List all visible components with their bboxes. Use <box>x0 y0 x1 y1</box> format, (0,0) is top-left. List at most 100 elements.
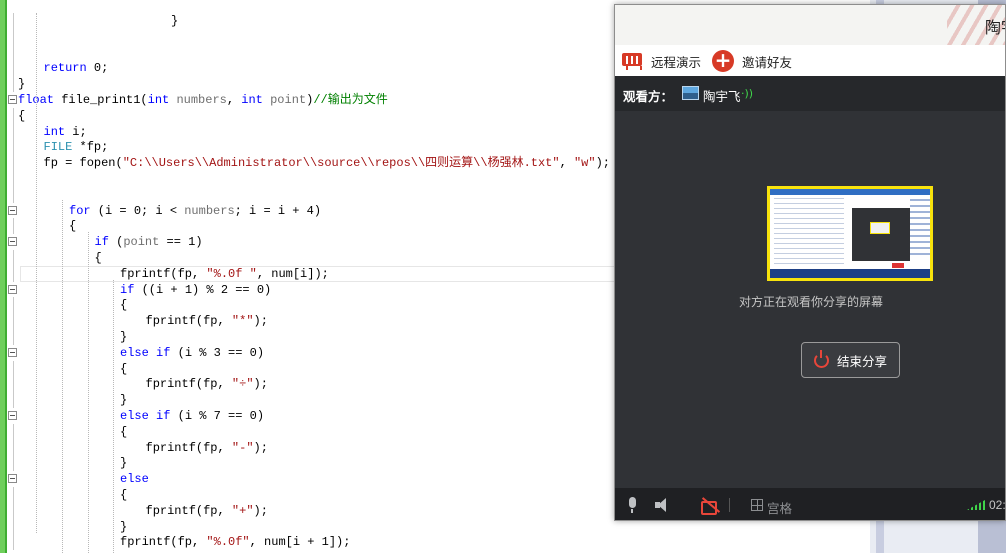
code-token: return <box>43 61 87 76</box>
code-token: if <box>94 235 109 250</box>
code-token: fprintf(fp, <box>120 535 207 550</box>
code-text: fprintf(fp, "*"); <box>146 313 268 329</box>
fold-toggle-icon[interactable] <box>8 474 17 484</box>
outline-guide <box>13 44 14 61</box>
indent-guide <box>113 280 114 553</box>
window-title-name: 陶宇 <box>985 18 1005 37</box>
preview-code <box>774 198 844 264</box>
invite-friends-label: 邀请好友 <box>742 54 793 70</box>
code-token: "-" <box>231 440 254 455</box>
remote-present-button[interactable]: 远程演示 <box>621 49 701 73</box>
outline-guide <box>13 139 14 156</box>
avatar[interactable] <box>682 86 699 100</box>
code-token: == 1) <box>159 235 203 250</box>
code-token: { <box>69 219 77 234</box>
code-token: point <box>270 93 307 107</box>
fold-toggle-icon[interactable] <box>8 411 17 420</box>
code-text: else <box>120 471 149 487</box>
code-token: fprintf(fp, <box>145 377 232 392</box>
code-token: int <box>147 93 170 107</box>
fold-toggle-icon[interactable] <box>8 284 17 294</box>
fold-toggle-icon[interactable] <box>8 237 17 247</box>
code-line[interactable]: fprintf(fp, "%.0f", num[i + 1]); <box>8 534 868 551</box>
code-token: , num[i + 1]); <box>249 535 351 550</box>
presentation-icon-bars <box>626 56 638 64</box>
preview-taskbar <box>770 269 930 278</box>
code-text: fprintf(fp, "%.0f ", num[i]); <box>120 266 329 282</box>
code-token: file_print1( <box>54 93 148 107</box>
indent-guide <box>62 200 63 553</box>
code-token: ); <box>253 503 268 518</box>
code-token: (i % 3 == 0) <box>170 345 265 360</box>
outline-guide <box>13 13 14 29</box>
divider <box>729 498 730 512</box>
code-token: ); <box>253 377 268 392</box>
code-text: { <box>69 218 76 234</box>
code-token: else if <box>120 345 171 360</box>
code-text: fprintf(fp, "+"); <box>146 503 268 519</box>
code-token: "*" <box>231 314 254 329</box>
code-text: } <box>120 455 127 471</box>
code-text: { <box>120 487 127 503</box>
code-token: else <box>120 472 149 487</box>
code-text: float file_print1(int numbers, int point… <box>18 92 388 108</box>
grid-view-label[interactable]: 宫格 <box>767 498 792 517</box>
code-text: } <box>171 13 178 29</box>
outline-guide <box>13 186 14 203</box>
outline-guide <box>13 376 14 393</box>
invite-friends-button[interactable]: + 邀请好友 <box>712 49 792 73</box>
power-icon <box>813 349 829 368</box>
fold-toggle-icon[interactable] <box>8 347 17 357</box>
screen-share-window[interactable]: 陶宇 远程演示 + 邀请好友 观看方： 陶宇飞 ·)) 对方正在观看你分享的屏幕… <box>614 4 1006 521</box>
network-signal-icon <box>967 500 985 510</box>
viewer-bar: 观看方： 陶宇飞 ·)) <box>615 76 1005 111</box>
code-token: ); <box>253 314 268 329</box>
preview-side-panel <box>910 199 930 259</box>
outline-guide <box>13 329 14 345</box>
code-text: fp = fopen("C:\\Users\\Administrator\\so… <box>44 155 611 171</box>
code-token: "÷" <box>231 377 254 392</box>
grid-view-icon[interactable] <box>751 499 763 511</box>
code-token: i; <box>65 124 87 139</box>
microphone-icon[interactable] <box>627 497 637 513</box>
share-title-bar[interactable]: 陶宇 <box>615 5 1005 45</box>
outline-guide <box>13 28 14 45</box>
code-token: int <box>241 93 263 107</box>
remote-present-label: 远程演示 <box>651 54 702 70</box>
outline-guide <box>13 313 14 330</box>
code-token: } <box>120 330 128 344</box>
code-token: "%.0f " <box>206 266 257 281</box>
code-token: 0; <box>86 61 109 76</box>
code-text: { <box>120 297 127 313</box>
outline-guide <box>13 455 14 472</box>
code-token: { <box>18 108 26 123</box>
fold-toggle-icon[interactable] <box>8 205 17 215</box>
camera-off-icon[interactable] <box>701 498 719 515</box>
outline-guide <box>13 218 14 235</box>
code-text: int i; <box>44 124 87 140</box>
code-text: if ((i + 1) % 2 == 0) <box>120 282 271 298</box>
code-token: for <box>69 203 91 218</box>
code-token: int <box>43 124 66 139</box>
code-token: fprintf(fp, <box>145 314 232 329</box>
code-token: fprintf(fp, <box>120 266 207 281</box>
audio-signal-icon: ·)) <box>741 87 754 100</box>
code-token: , <box>559 156 574 171</box>
end-share-button[interactable]: 结束分享 <box>801 342 900 378</box>
code-token: ); <box>595 156 610 171</box>
code-token: fprintf(fp, <box>145 440 232 455</box>
share-toolbar: 远程演示 + 邀请好友 <box>615 45 1005 76</box>
code-token: ( <box>108 235 124 250</box>
code-token: point <box>123 235 160 250</box>
code-text: else if (i % 7 == 0) <box>120 408 264 424</box>
code-token: } <box>18 77 26 92</box>
code-token: } <box>120 393 128 408</box>
outline-guide <box>13 155 14 172</box>
change-margin-marker <box>5 0 7 553</box>
code-text: } <box>18 76 25 92</box>
fold-toggle-icon[interactable] <box>8 95 17 104</box>
code-text: if (point == 1) <box>95 234 203 250</box>
indent-guide <box>36 13 37 533</box>
speaker-icon[interactable] <box>655 498 669 512</box>
code-token: "C:\\Users\\Administrator\\source\\repos… <box>122 156 560 171</box>
